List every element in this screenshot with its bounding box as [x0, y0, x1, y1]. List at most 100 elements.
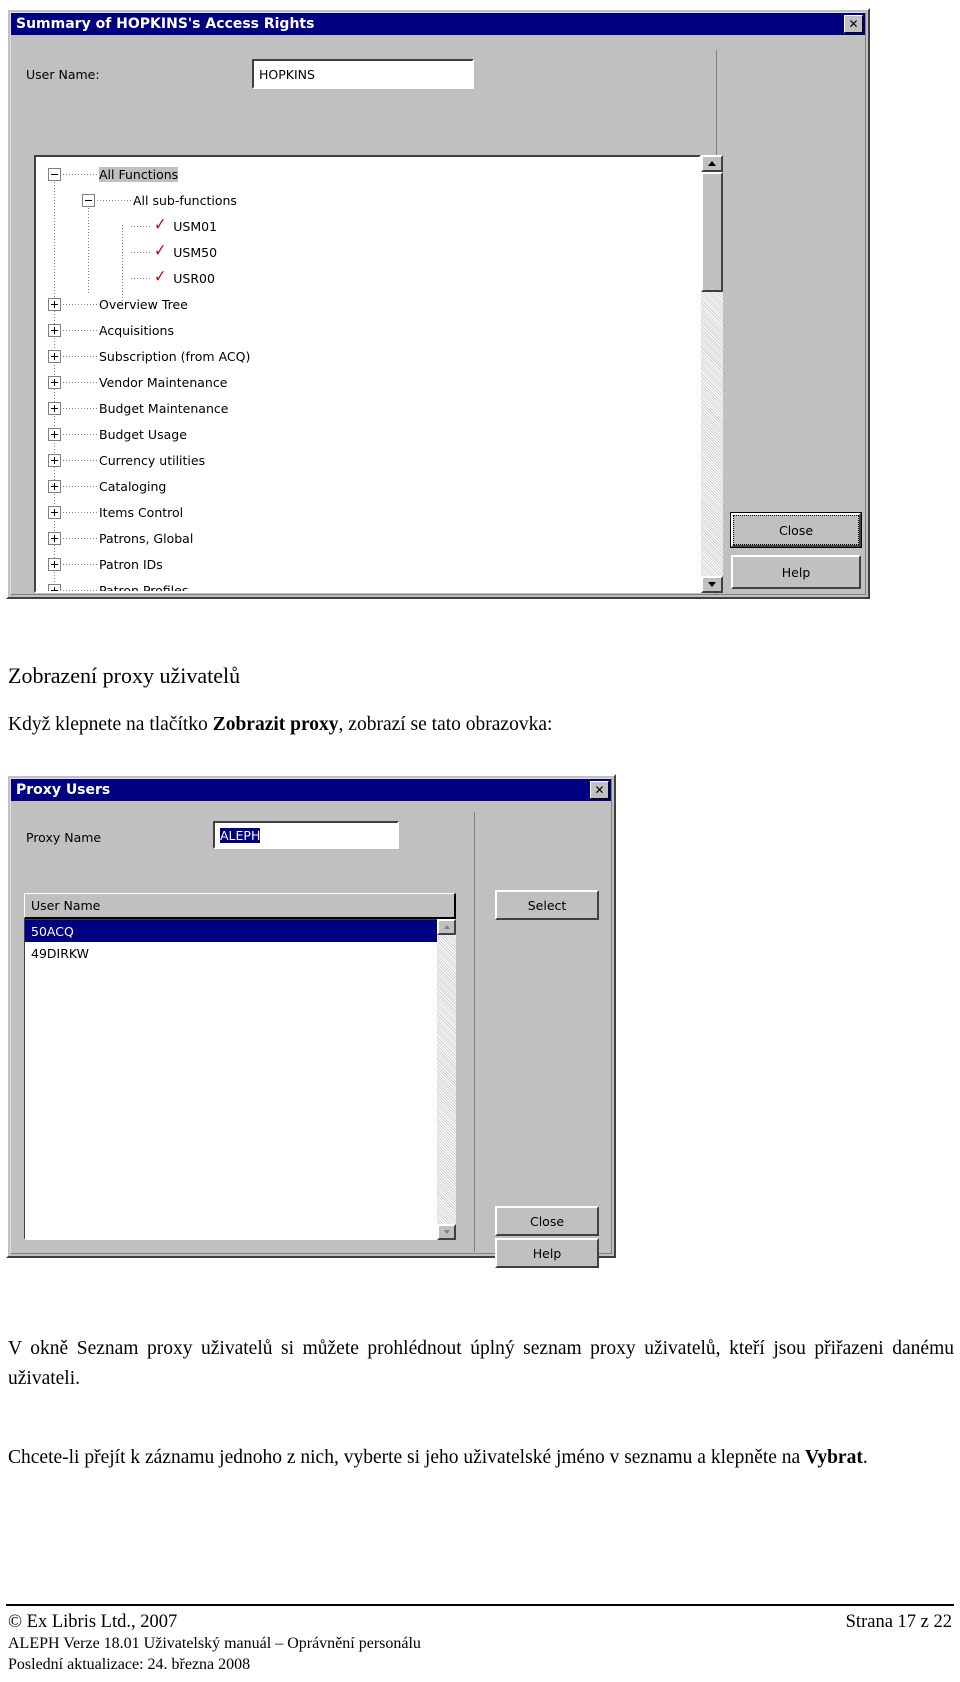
- proxy-name-label: Proxy Name: [26, 830, 102, 845]
- tree-node-label: Overview Tree: [99, 296, 188, 312]
- help-button[interactable]: Help: [495, 1238, 599, 1268]
- tree-node[interactable]: All sub-functions: [36, 187, 699, 213]
- tree-node[interactable]: Items Control: [36, 499, 699, 525]
- user-name-field[interactable]: HOPKINS: [252, 59, 474, 89]
- tree-node-label: Acquisitions: [99, 322, 174, 338]
- scroll-thumb[interactable]: [701, 172, 723, 292]
- expand-icon[interactable]: [48, 349, 61, 363]
- list-item-label: 49DIRKW: [31, 945, 90, 961]
- tree-node[interactable]: Subscription (from ACQ): [36, 343, 699, 369]
- tree-connector-dots: [63, 355, 97, 357]
- tree-node-label: Patron Profiles: [99, 582, 189, 592]
- proxy-users-dialog: Proxy Users ✕ Proxy Name ALEPH User Name…: [6, 774, 616, 1268]
- functions-tree-listbox[interactable]: All Functions All sub-functions ✓ USM01 ✓ USM…: [34, 155, 701, 593]
- tree-node[interactable]: Cataloging: [36, 473, 699, 499]
- expand-icon[interactable]: [48, 297, 61, 311]
- proxy-users-rows[interactable]: 50ACQ 49DIRKW: [25, 920, 454, 964]
- expand-icon[interactable]: [48, 427, 61, 441]
- tree-connector-dots: [63, 563, 97, 565]
- expand-icon[interactable]: [48, 323, 61, 337]
- expand-icon[interactable]: [48, 583, 61, 591]
- select-button-label: Select: [527, 897, 567, 913]
- scroll-up-button[interactable]: [701, 155, 723, 172]
- help-button-label: Help: [532, 1245, 562, 1261]
- tree-node-label: Budget Maintenance: [99, 400, 229, 416]
- tree-connector-dots: [63, 459, 97, 461]
- footer-version: ALEPH Verze 18.01 Uživatelský manuál – O…: [8, 1635, 421, 1652]
- tree-node[interactable]: Overview Tree: [36, 291, 699, 317]
- scroll-down-button[interactable]: [437, 1224, 456, 1240]
- user-name-column-header[interactable]: User Name: [24, 893, 456, 919]
- dialog2-panel-divider: [474, 812, 475, 1252]
- intro-before: Když klepnete na tlačítko: [8, 714, 213, 735]
- tree-node[interactable]: Budget Maintenance: [36, 395, 699, 421]
- tree-node[interactable]: Patron Profiles: [36, 577, 699, 591]
- close-icon[interactable]: ✕: [844, 15, 863, 33]
- tree-connector-dots: [97, 199, 131, 201]
- tree-connector-dots: [63, 485, 97, 487]
- tree-scrollbar[interactable]: [701, 155, 723, 593]
- chevron-up-icon: [443, 925, 450, 929]
- dialog2-titlebar[interactable]: Proxy Users ✕: [11, 779, 611, 801]
- tree-connector-dots: [131, 277, 151, 279]
- page-title: Zobrazení proxy uživatelů: [8, 663, 241, 688]
- proxy-name-field[interactable]: ALEPH: [213, 821, 399, 849]
- tree-node[interactable]: Vendor Maintenance: [36, 369, 699, 395]
- tree-node-label: Items Control: [99, 504, 184, 520]
- expand-icon[interactable]: [48, 479, 61, 493]
- footer-last-update: Poslední aktualizace: 24. března 2008: [8, 1656, 251, 1673]
- intro-paragraph: Když klepnete na tlačítko Zobrazit proxy…: [8, 710, 938, 740]
- functions-tree[interactable]: All Functions All sub-functions ✓ USM01 ✓ USM…: [36, 157, 699, 591]
- tree-node-label: Budget Usage: [99, 426, 187, 442]
- tree-node-label: USM50: [173, 244, 218, 260]
- dialog2-title: Proxy Users: [16, 782, 111, 798]
- tree-node[interactable]: Patron IDs: [36, 551, 699, 577]
- dialog1-title: Summary of HOPKINS's Access Rights: [16, 16, 315, 32]
- tree-connector-dots: [63, 381, 97, 383]
- tree-node-label: Cataloging: [99, 478, 167, 494]
- tree-node[interactable]: ✓ USM50: [36, 239, 699, 265]
- chevron-down-icon: [708, 582, 716, 587]
- help-button[interactable]: Help: [731, 555, 861, 589]
- tree-node-label: All sub-functions: [133, 192, 237, 208]
- tree-node[interactable]: Acquisitions: [36, 317, 699, 343]
- close-button-label: Close: [778, 522, 814, 538]
- tree-node-label: Patron IDs: [99, 556, 163, 572]
- close-button[interactable]: Close: [731, 513, 861, 547]
- tree-node[interactable]: Patrons, Global: [36, 525, 699, 551]
- dialog1-titlebar[interactable]: Summary of HOPKINS's Access Rights ✕: [11, 13, 865, 35]
- collapse-icon[interactable]: [82, 193, 95, 207]
- tree-node[interactable]: Budget Usage: [36, 421, 699, 447]
- tree-node-label: Currency utilities: [99, 452, 206, 468]
- tree-node-label: Vendor Maintenance: [99, 374, 228, 390]
- proxy-users-listbox[interactable]: 50ACQ 49DIRKW: [24, 919, 456, 1240]
- expand-icon[interactable]: [48, 375, 61, 389]
- para2-after: .: [862, 1447, 868, 1468]
- expand-icon[interactable]: [48, 557, 61, 571]
- scroll-down-button[interactable]: [701, 576, 723, 593]
- tree-node-label: USR00: [173, 270, 215, 286]
- expand-icon[interactable]: [48, 453, 61, 467]
- proxy-list-scrollbar[interactable]: [437, 919, 456, 1240]
- checkmark-icon: ✓: [154, 214, 167, 235]
- tree-node-label: Patrons, Global: [99, 530, 194, 546]
- tree-node[interactable]: ✓ USR00: [36, 265, 699, 291]
- checkmark-icon: ✓: [154, 266, 167, 287]
- select-button[interactable]: Select: [495, 890, 599, 920]
- list-item[interactable]: 50ACQ: [25, 920, 454, 942]
- expand-icon[interactable]: [48, 505, 61, 519]
- tree-node[interactable]: ✓ USM01: [36, 213, 699, 239]
- footer-page-number: Strana 17 z 22: [845, 1612, 952, 1632]
- chevron-down-icon: [443, 1230, 450, 1234]
- tree-connector-dots: [63, 407, 97, 409]
- tree-node[interactable]: All Functions: [36, 161, 699, 187]
- expand-icon[interactable]: [48, 531, 61, 545]
- expand-icon[interactable]: [48, 401, 61, 415]
- body-paragraph-1: V okně Seznam proxy uživatelů si můžete …: [8, 1338, 954, 1389]
- list-item[interactable]: 49DIRKW: [25, 942, 454, 964]
- scroll-up-button[interactable]: [437, 919, 456, 935]
- tree-node[interactable]: Currency utilities: [36, 447, 699, 473]
- close-button[interactable]: Close: [495, 1206, 599, 1236]
- collapse-icon[interactable]: [48, 167, 61, 181]
- close-icon[interactable]: ✕: [590, 781, 609, 799]
